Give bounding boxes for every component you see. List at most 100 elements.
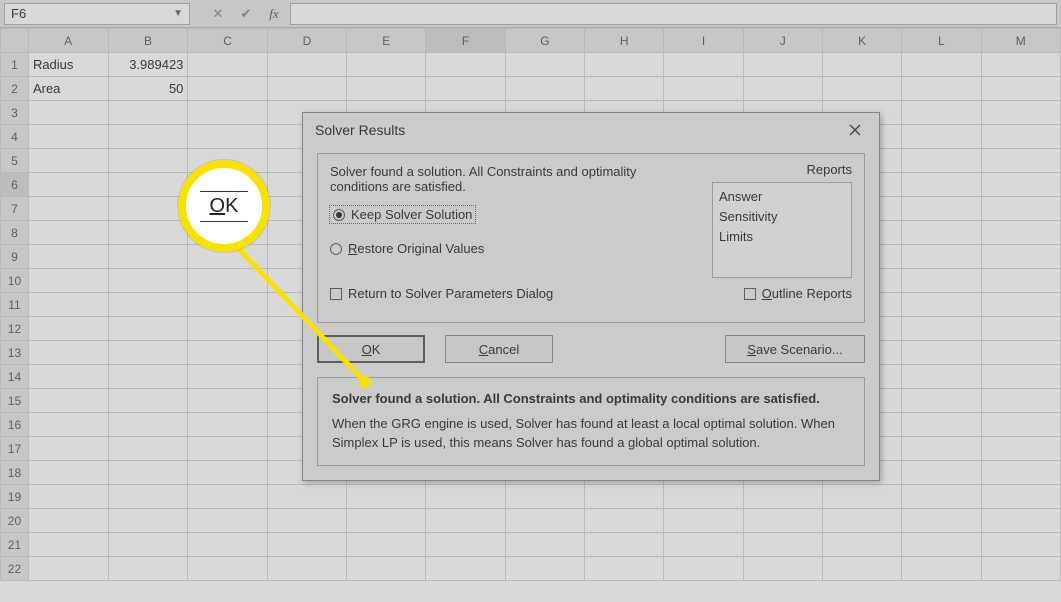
cell[interactable] (188, 269, 267, 293)
formula-input[interactable] (290, 3, 1057, 25)
cell[interactable] (108, 101, 188, 125)
cell[interactable] (108, 221, 188, 245)
cell[interactable] (108, 365, 188, 389)
row-header[interactable]: 8 (1, 221, 29, 245)
cell[interactable] (981, 125, 1060, 149)
cell[interactable] (28, 245, 108, 269)
cell[interactable] (188, 389, 267, 413)
report-item[interactable]: Answer (719, 187, 845, 207)
cell[interactable] (902, 125, 981, 149)
cell[interactable]: Area (28, 77, 108, 101)
cell[interactable] (28, 125, 108, 149)
cell[interactable] (902, 101, 981, 125)
cell[interactable] (28, 341, 108, 365)
cell[interactable] (585, 53, 664, 77)
cell[interactable] (981, 485, 1060, 509)
cell[interactable] (108, 125, 188, 149)
cell[interactable] (743, 557, 822, 581)
cell[interactable] (585, 509, 664, 533)
cell[interactable] (267, 53, 346, 77)
cell[interactable] (902, 365, 981, 389)
cell[interactable] (981, 365, 1060, 389)
cell[interactable] (188, 557, 267, 581)
cell[interactable] (188, 125, 267, 149)
cell[interactable] (426, 509, 505, 533)
report-item[interactable]: Sensitivity (719, 207, 845, 227)
cell[interactable] (28, 149, 108, 173)
cell[interactable] (585, 557, 664, 581)
cancel-formula-button[interactable]: ✕ (206, 3, 230, 25)
cell[interactable] (28, 173, 108, 197)
cell[interactable] (267, 77, 346, 101)
cell[interactable] (347, 77, 426, 101)
dialog-close-button[interactable] (841, 119, 869, 141)
cell[interactable] (28, 221, 108, 245)
column-header[interactable]: D (267, 29, 346, 53)
return-to-parameters-checkbox[interactable]: Return to Solver Parameters Dialog (330, 286, 553, 301)
cell[interactable] (108, 197, 188, 221)
cell[interactable] (108, 341, 188, 365)
enter-formula-button[interactable]: ✔ (234, 3, 258, 25)
column-header[interactable]: C (188, 29, 267, 53)
cell[interactable] (743, 509, 822, 533)
cell[interactable] (505, 557, 584, 581)
reports-listbox[interactable]: Answer Sensitivity Limits (712, 182, 852, 278)
cell[interactable] (505, 485, 584, 509)
cell[interactable] (188, 341, 267, 365)
cell[interactable] (902, 341, 981, 365)
cell[interactable] (585, 533, 664, 557)
cell[interactable] (28, 485, 108, 509)
row-header[interactable]: 1 (1, 53, 29, 77)
cell[interactable] (902, 53, 981, 77)
cell[interactable] (108, 437, 188, 461)
row-header[interactable]: 6 (1, 173, 29, 197)
cell[interactable] (28, 293, 108, 317)
row-header[interactable]: 11 (1, 293, 29, 317)
cell[interactable] (347, 533, 426, 557)
cell[interactable] (822, 509, 901, 533)
row-header[interactable]: 20 (1, 509, 29, 533)
column-header[interactable]: E (347, 29, 426, 53)
cell[interactable] (902, 389, 981, 413)
cell[interactable] (426, 485, 505, 509)
column-header[interactable]: F (426, 29, 505, 53)
cell[interactable] (505, 77, 584, 101)
column-header[interactable]: J (743, 29, 822, 53)
cell[interactable] (664, 53, 743, 77)
cell[interactable] (981, 53, 1060, 77)
cell[interactable]: 3.989423 (108, 53, 188, 77)
cell[interactable] (28, 533, 108, 557)
cell[interactable] (28, 509, 108, 533)
cell[interactable] (188, 509, 267, 533)
cell[interactable] (108, 533, 188, 557)
cell[interactable] (347, 557, 426, 581)
cell[interactable] (822, 53, 901, 77)
cell[interactable] (981, 389, 1060, 413)
insert-function-button[interactable]: fx (262, 3, 286, 25)
cell[interactable] (664, 533, 743, 557)
cell[interactable] (188, 461, 267, 485)
cell[interactable] (347, 53, 426, 77)
cell[interactable] (108, 461, 188, 485)
cell[interactable] (981, 149, 1060, 173)
row-header[interactable]: 21 (1, 533, 29, 557)
cell[interactable] (664, 77, 743, 101)
cell[interactable] (28, 389, 108, 413)
cell[interactable] (902, 437, 981, 461)
cell[interactable] (902, 173, 981, 197)
cell[interactable] (188, 485, 267, 509)
cell[interactable] (267, 533, 346, 557)
cell[interactable] (108, 317, 188, 341)
cell[interactable] (426, 557, 505, 581)
cell[interactable] (108, 245, 188, 269)
cell[interactable] (108, 557, 188, 581)
cell[interactable] (981, 269, 1060, 293)
column-header[interactable]: G (505, 29, 584, 53)
cell[interactable] (347, 485, 426, 509)
cell[interactable] (981, 101, 1060, 125)
row-header[interactable]: 15 (1, 389, 29, 413)
column-header[interactable]: M (981, 29, 1060, 53)
cell[interactable] (188, 317, 267, 341)
cell[interactable] (426, 533, 505, 557)
cell[interactable] (28, 461, 108, 485)
